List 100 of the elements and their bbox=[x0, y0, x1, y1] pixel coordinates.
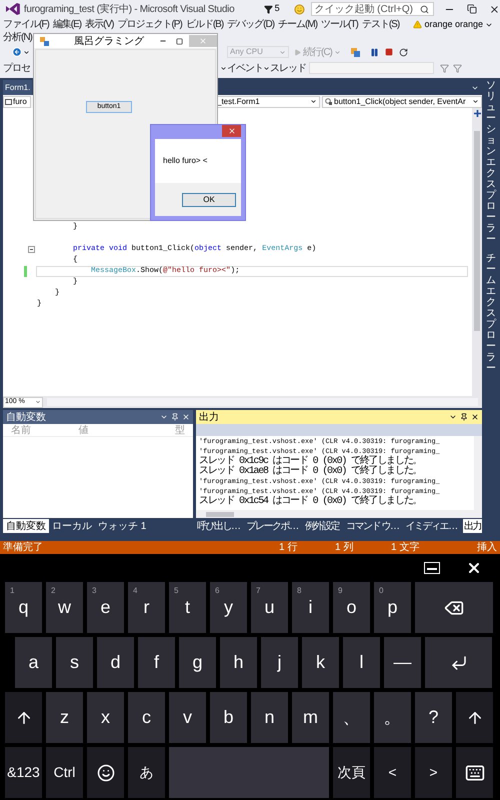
collapse-icon[interactable] bbox=[28, 246, 35, 253]
keyboard-key[interactable]: < bbox=[374, 747, 411, 798]
menu-item[interactable]: チーム(M) bbox=[278, 17, 318, 32]
account-name[interactable]: orange orange bbox=[424, 18, 483, 32]
keyboard-key[interactable]: g bbox=[179, 637, 216, 688]
keyboard-key[interactable]: 8 i bbox=[292, 582, 329, 633]
pause-icon[interactable] bbox=[370, 48, 379, 56]
menu-item[interactable]: ツール(T) bbox=[321, 17, 358, 32]
close-icon[interactable] bbox=[489, 4, 500, 14]
menu-item[interactable]: プロジェクト(P) bbox=[117, 17, 182, 32]
smiley-icon[interactable] bbox=[294, 4, 306, 14]
keyboard-key[interactable]: 0 p bbox=[374, 582, 411, 633]
caret-icon[interactable] bbox=[23, 48, 30, 56]
shift-key[interactable] bbox=[5, 692, 42, 743]
restore-icon[interactable] bbox=[467, 4, 478, 14]
window-title: furograming_test (実行中) - Microsoft Visual Studio bbox=[24, 2, 236, 16]
method-icon bbox=[325, 98, 332, 105]
menu-item[interactable]: ビルド(B) bbox=[186, 17, 224, 32]
keyboard-key[interactable]: k bbox=[302, 637, 339, 688]
keyboard-key[interactable]: j bbox=[261, 637, 298, 688]
close-icon[interactable] bbox=[466, 560, 482, 576]
thread-label[interactable]: スレッド bbox=[270, 60, 306, 76]
keyboard-key[interactable]: ? bbox=[415, 692, 452, 743]
quick-launch-field[interactable]: クイック起動 (Ctrl+Q) bbox=[311, 2, 434, 16]
horizontal-scrollbar[interactable] bbox=[196, 510, 482, 518]
keyboard-key[interactable]: 6 y bbox=[210, 582, 247, 633]
keyboard-key[interactable]: n bbox=[251, 692, 288, 743]
keyboard-key[interactable]: 5 t bbox=[169, 582, 206, 633]
keyboard-key[interactable]: 7 u bbox=[251, 582, 288, 633]
keyboard-key[interactable]: v bbox=[169, 692, 206, 743]
keyboard-key[interactable]: h bbox=[220, 637, 257, 688]
enter-icon bbox=[450, 654, 468, 672]
maximize-icon[interactable] bbox=[176, 38, 183, 44]
project-dropdown[interactable]: furo bbox=[3, 96, 31, 108]
keyboard-key[interactable]: 1 q bbox=[5, 582, 42, 633]
keyboard-key[interactable]: l bbox=[343, 637, 380, 688]
dock-keyboard-icon[interactable] bbox=[424, 562, 440, 574]
keyboard-key[interactable]: 9 o bbox=[333, 582, 370, 633]
back-icon[interactable] bbox=[12, 47, 22, 57]
panel-tab[interactable]: ブレークポ… bbox=[246, 518, 299, 532]
keyboard-key[interactable]: Ctrl bbox=[46, 747, 83, 798]
keyboard-key[interactable]: > bbox=[415, 747, 452, 798]
keyboard-key[interactable]: d bbox=[97, 637, 134, 688]
event-label[interactable]: イベント bbox=[227, 60, 263, 76]
panel-title: 出力 bbox=[199, 410, 220, 424]
side-tab[interactable]: ソリューションエクスプローラー bbox=[486, 80, 496, 245]
class-dropdown[interactable]: _test.Form1 bbox=[216, 96, 320, 108]
menu-item[interactable]: ファイル(F) bbox=[3, 17, 49, 32]
keyboard-key[interactable]: 2 w bbox=[46, 582, 83, 633]
keyboard-key[interactable]: a bbox=[15, 637, 52, 688]
caret-icon[interactable] bbox=[449, 413, 457, 421]
ok-button[interactable]: OK bbox=[182, 192, 236, 206]
keyboard-key[interactable]: s bbox=[56, 637, 93, 688]
document-tab[interactable]: Form1. bbox=[3, 80, 32, 95]
filter-icon[interactable] bbox=[264, 4, 273, 14]
menu-item[interactable]: デバッグ(D) bbox=[227, 17, 274, 32]
side-tab[interactable]: チームエクスプローラー bbox=[486, 253, 496, 374]
keyboard-key[interactable]: — bbox=[384, 637, 421, 688]
keyboard-key[interactable]: 4 r bbox=[128, 582, 165, 633]
caret-icon[interactable] bbox=[220, 64, 227, 72]
menu-item[interactable]: 分析(N) bbox=[3, 30, 32, 45]
process-icon[interactable] bbox=[350, 48, 360, 56]
pin-icon[interactable] bbox=[171, 413, 179, 421]
keyboard-key[interactable]: 。 bbox=[374, 692, 411, 743]
panel-tab[interactable]: 自動変数 bbox=[3, 518, 49, 532]
menu-item[interactable]: 表示(V) bbox=[85, 17, 114, 32]
menu-item[interactable]: 編集(E) bbox=[52, 17, 82, 32]
keyboard-key[interactable]: m bbox=[292, 692, 329, 743]
keyboard-key[interactable]: あ bbox=[128, 747, 165, 798]
panel-tab[interactable]: 呼び出し… bbox=[196, 518, 240, 532]
caret-icon[interactable] bbox=[263, 64, 270, 72]
panel-tab[interactable]: 出力 bbox=[462, 518, 482, 532]
vertical-scrollbar[interactable] bbox=[474, 436, 482, 510]
keyboard-key[interactable]: x bbox=[87, 692, 124, 743]
caret-icon[interactable] bbox=[160, 413, 168, 421]
split-icon[interactable] bbox=[474, 110, 480, 117]
emoji-key[interactable] bbox=[87, 747, 124, 798]
keyboard-key[interactable]: 、 bbox=[333, 692, 370, 743]
panel-tab[interactable]: ウォッチ 1 bbox=[95, 518, 150, 532]
backspace-key[interactable] bbox=[415, 582, 493, 633]
close-icon[interactable] bbox=[471, 413, 479, 421]
keyboard-key[interactable]: f bbox=[138, 637, 175, 688]
panel-tab[interactable]: 例外設定 bbox=[304, 518, 340, 532]
restart-icon[interactable] bbox=[398, 48, 408, 56]
key-label: i bbox=[308, 596, 312, 619]
keyboard-key[interactable]: 3 e bbox=[87, 582, 124, 633]
vertical-scrollbar[interactable] bbox=[472, 108, 482, 396]
keyboard-key[interactable]: b bbox=[210, 692, 247, 743]
pin-icon[interactable] bbox=[460, 413, 468, 421]
keyboard-key[interactable]: z bbox=[46, 692, 83, 743]
stop-icon[interactable] bbox=[384, 48, 393, 56]
keyboard-key[interactable]: c bbox=[128, 692, 165, 743]
panel-tab[interactable]: コマンド ウ… bbox=[345, 518, 400, 532]
shift-key[interactable] bbox=[456, 692, 493, 743]
panel-tab[interactable]: ローカル bbox=[49, 518, 95, 532]
member-dropdown[interactable]: button1_Click(object sender, EventAr bbox=[322, 96, 482, 108]
menu-item[interactable]: テスト(S) bbox=[362, 17, 400, 32]
panel-tab[interactable]: イミディエ… bbox=[404, 518, 458, 532]
keyboard-switch-key[interactable] bbox=[456, 747, 493, 798]
keyboard-key[interactable]: &123 bbox=[5, 747, 42, 798]
